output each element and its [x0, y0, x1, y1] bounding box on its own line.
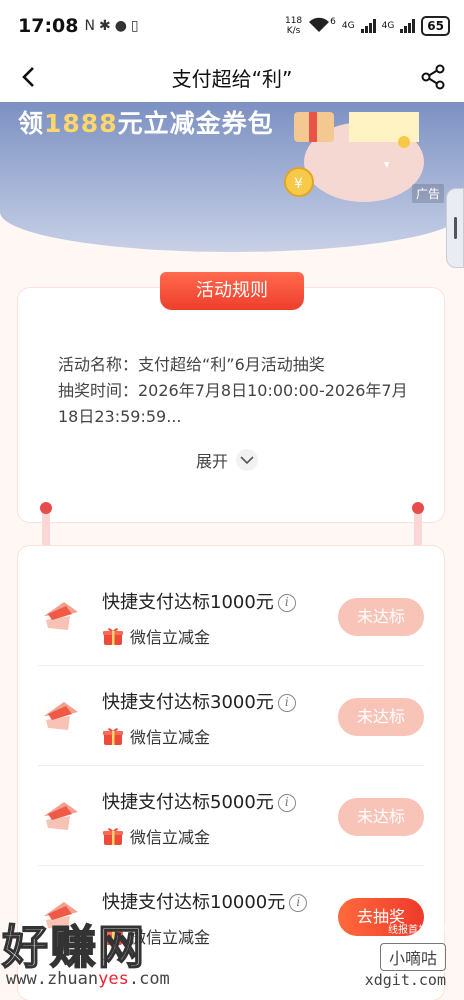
info-icon[interactable]: i — [277, 794, 296, 812]
status-right: 118 K/s 6 4G 4G 65 — [285, 16, 450, 36]
svg-text:¥: ¥ — [294, 176, 303, 192]
net-speed-value: 118 — [284, 16, 303, 26]
task-reward-text: 微信立减金 — [130, 928, 211, 947]
payment-task-icon — [40, 594, 82, 636]
chevron-left-icon[interactable] — [16, 64, 42, 90]
task-title-text: 快捷支付达标1000元 — [102, 592, 274, 613]
signal-2-icon — [400, 19, 416, 33]
task-title: 快捷支付达标10000元 i — [102, 888, 308, 914]
info-icon[interactable]: i — [277, 594, 296, 612]
share-icon[interactable] — [420, 64, 446, 90]
promo-banner[interactable]: 领1888元立减金券包 ¥ 广告 — [0, 102, 464, 252]
task-title-text: 快捷支付达标10000元 — [102, 892, 286, 913]
task-title: 快捷支付达标3000元 i — [102, 688, 296, 714]
task-row: 快捷支付达标10000元 i 微信立减金 去抽奖 — [38, 866, 424, 966]
not-reached-button[interactable]: 未达标 — [338, 798, 424, 836]
expand-label: 展开 — [196, 452, 229, 471]
gift-icon — [102, 825, 124, 847]
battery-icon: 65 — [421, 16, 450, 36]
task-reward-text: 微信立减金 — [130, 628, 211, 647]
task-reward: 微信立减金 — [102, 924, 210, 948]
gift-icon — [102, 925, 124, 947]
banner-headline: 领1888元立减金券包 — [18, 104, 274, 140]
task-title-text: 快捷支付达标5000元 — [102, 792, 274, 813]
mic-icon: ● — [114, 18, 127, 34]
network-speed: 118 K/s — [285, 16, 302, 36]
task-reward: 微信立减金 — [102, 724, 210, 748]
status-time: 17:08 — [18, 15, 79, 37]
gift-icon — [102, 725, 124, 747]
signal-1-icon — [360, 19, 376, 33]
wifi-sup: 6 — [330, 17, 336, 27]
vibrate-icon: ▯ — [130, 18, 139, 34]
not-reached-button[interactable]: 未达标 — [338, 598, 424, 636]
payment-task-icon — [40, 894, 82, 936]
task-title: 快捷支付达标1000元 i — [102, 588, 296, 614]
rules-time-line: 抽奖时间：2026年7月8日10:00:00-2026年7月18日23:59:5… — [58, 381, 408, 426]
side-drawer-handle[interactable] — [446, 188, 464, 268]
gift-icon — [102, 625, 124, 647]
not-reached-button[interactable]: 未达标 — [338, 698, 424, 736]
nfc-icon: N — [84, 18, 95, 34]
signal-1-label: 4G — [341, 21, 355, 31]
task-row: 快捷支付达标5000元 i 微信立减金 未达标 — [38, 766, 424, 866]
bluetooth-icon: ✱ — [98, 18, 111, 34]
page-title: 支付超给“利” — [171, 66, 293, 91]
draw-lottery-button[interactable]: 去抽奖 — [338, 898, 424, 936]
expand-button[interactable]: 展开 — [196, 448, 259, 472]
task-title-text: 快捷支付达标3000元 — [102, 692, 274, 713]
rules-text: 活动名称：支付超给“利”6月活动抽奖 抽奖时间：2026年7月8日10:00:0… — [58, 352, 418, 430]
task-reward: 微信立减金 — [102, 624, 210, 648]
banner-prefix: 领 — [18, 109, 45, 138]
chevron-down-icon — [236, 449, 259, 471]
nav-bar: 支付超给“利” — [0, 52, 464, 102]
rules-name-line: 活动名称：支付超给“利”6月活动抽奖 — [58, 355, 325, 374]
wifi-icon — [308, 17, 330, 36]
banner-suffix: 元立减金券包 — [117, 109, 274, 138]
info-icon[interactable]: i — [277, 694, 296, 712]
status-left: 17:08 N ✱ ● ▯ — [18, 15, 139, 37]
rules-tab: 活动规则 — [160, 272, 304, 310]
status-notification-icons: N ✱ ● ▯ — [84, 18, 138, 34]
signal-2-label: 4G — [381, 21, 395, 31]
status-bar: 17:08 N ✱ ● ▯ 118 K/s 6 4G 4G 65 — [0, 0, 464, 52]
task-row: 快捷支付达标1000元 i 微信立减金 未达标 — [38, 566, 424, 666]
task-reward-text: 微信立减金 — [130, 828, 211, 847]
payment-task-icon — [40, 694, 82, 736]
payment-task-icon — [40, 794, 82, 836]
task-row: 快捷支付达标3000元 i 微信立减金 未达标 — [38, 666, 424, 766]
info-icon[interactable]: i — [289, 894, 308, 912]
banner-illustration: ¥ — [254, 102, 424, 212]
net-speed-unit: K/s — [286, 26, 301, 36]
ad-label: 广告 — [411, 184, 444, 203]
task-reward: 微信立减金 — [102, 824, 210, 848]
banner-amount: 1888 — [44, 109, 118, 138]
task-reward-text: 微信立减金 — [130, 728, 211, 747]
task-title: 快捷支付达标5000元 i — [102, 788, 296, 814]
